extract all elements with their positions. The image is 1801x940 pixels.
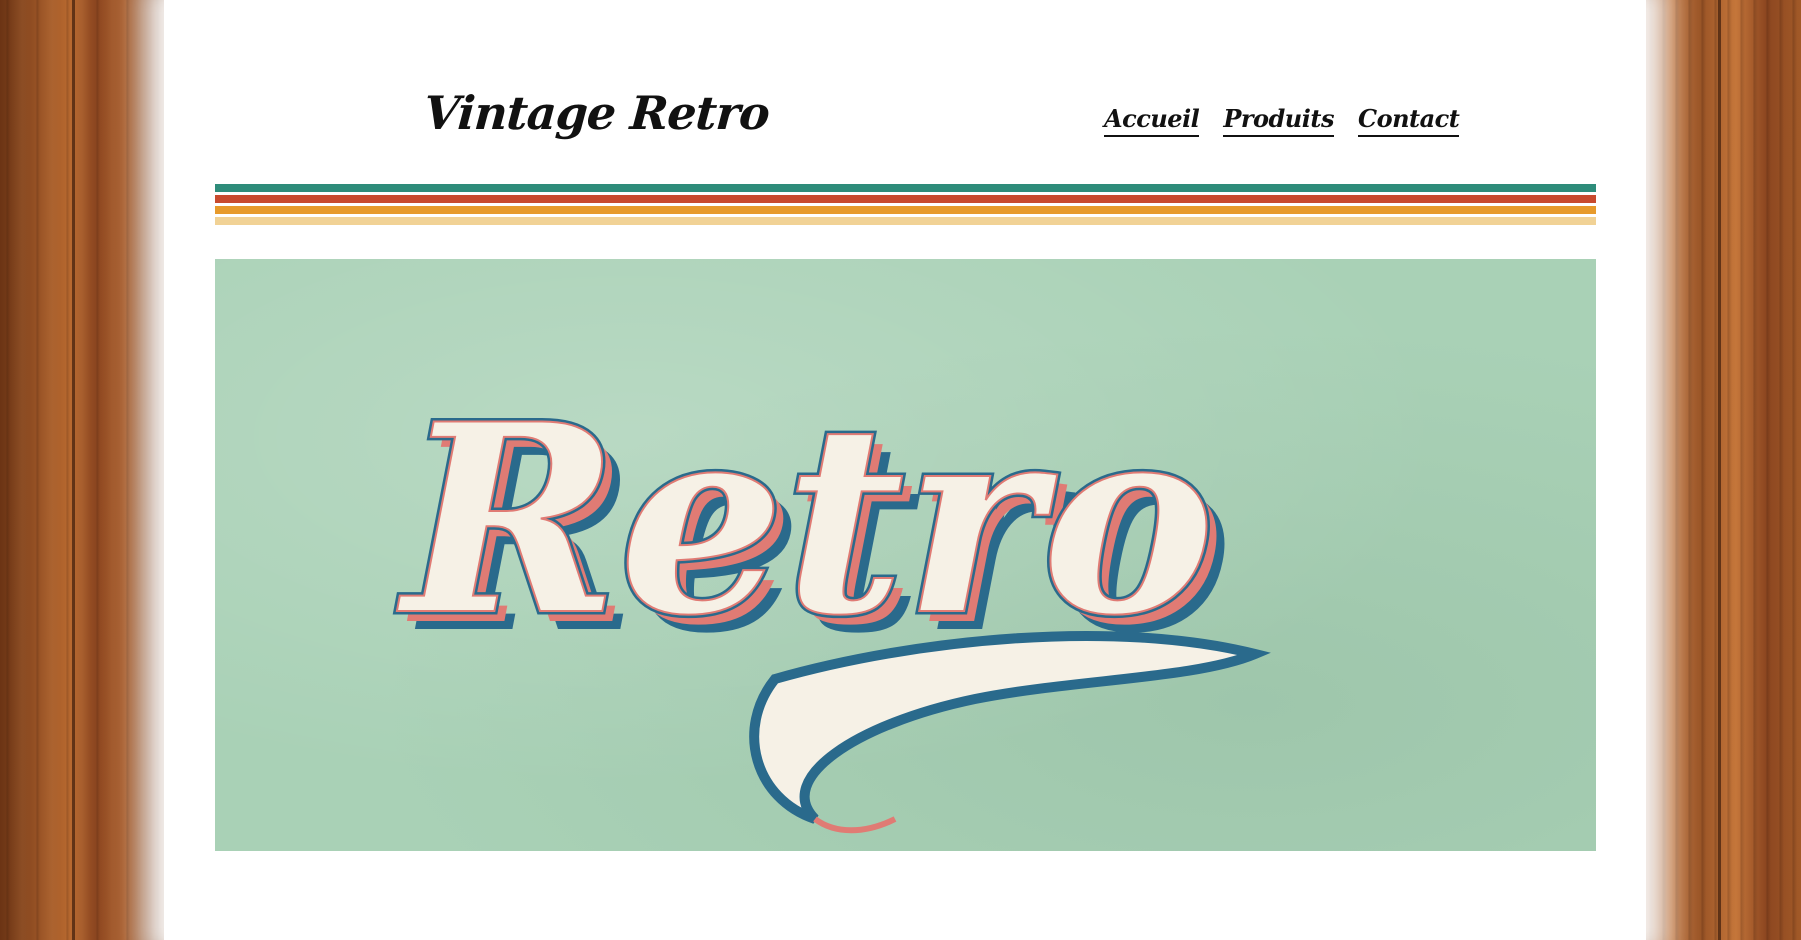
swoosh-shadow <box>813 816 897 834</box>
stripe-orange <box>215 206 1596 214</box>
page-container: Vintage Retro Accueil Produits Contact R… <box>164 0 1646 940</box>
nav-item-produits[interactable]: Produits <box>1223 104 1334 137</box>
stripe-red <box>215 195 1596 203</box>
site-header: Vintage Retro Accueil Produits Contact <box>164 0 1646 180</box>
wood-plank-seam <box>72 0 75 940</box>
nav-item-accueil[interactable]: Accueil <box>1104 104 1200 137</box>
site-logo[interactable]: Vintage Retro <box>422 86 771 140</box>
wood-plank-seam <box>1718 0 1721 940</box>
stripe-teal <box>215 184 1596 192</box>
wood-background-right <box>1641 0 1801 940</box>
retro-banner-image: Retro Retro Retro Retro <box>391 365 1271 834</box>
nav-item-contact[interactable]: Contact <box>1357 104 1460 137</box>
hero-banner: Retro Retro Retro Retro <box>215 259 1596 851</box>
retro-stripes <box>215 184 1596 228</box>
main-nav: Accueil Produits Contact <box>1104 104 1460 137</box>
stripe-cream <box>215 217 1596 225</box>
banner-text-inner-outline: Retro <box>395 368 1215 673</box>
